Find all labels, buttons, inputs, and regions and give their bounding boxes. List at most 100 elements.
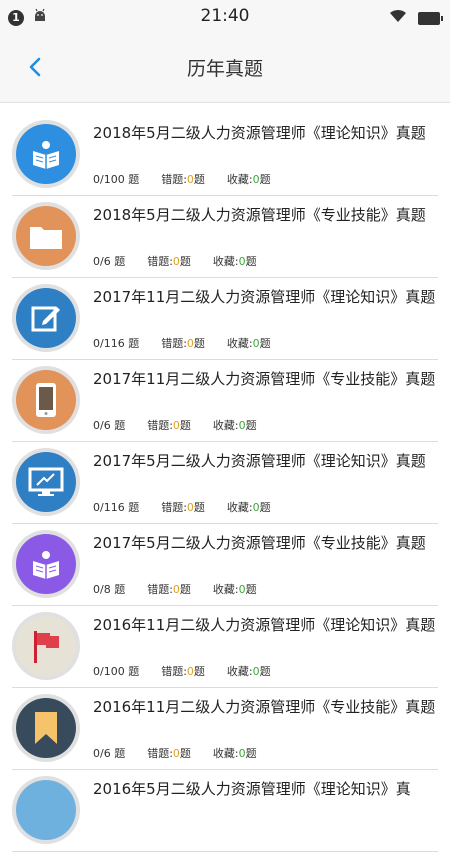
reading-book-icon [16,534,76,594]
exam-item-avatar [12,776,80,844]
partial-icon [16,780,76,840]
wrong-label: 错题: [161,665,187,678]
collect-label: 收藏: [212,583,239,596]
exam-item-title: 2018年5月二级人力资源管理师《理论知识》真题 [93,124,426,142]
collect-label: 收藏: [226,501,253,514]
collect-count: 0 [238,419,246,432]
exam-item-avatar [12,202,80,270]
exam-item-title: 2016年11月二级人力资源管理师《理论知识》真题 [93,616,436,634]
progress-count: 0/8 [93,583,111,596]
wrong-unit: 题 [179,583,191,596]
exam-item-avatar [12,612,80,680]
flag-icon [16,616,76,676]
collect-label: 收藏: [226,337,253,350]
exam-list-item[interactable]: 2017年11月二级人力资源管理师《专业技能》真题 0/6 题错题:0题 收藏:0题 [12,360,438,442]
exam-list-item[interactable]: 2017年5月二级人力资源管理师《理论知识》真题 0/116 题错题:0题 收藏:0… [12,442,438,524]
exam-item-avatar [12,366,80,434]
wrong-count: 0 [172,419,180,432]
wrong-label: 错题: [147,255,173,268]
collect-count: 0 [252,501,260,514]
exam-item-title: 2017年5月二级人力资源管理师《理论知识》真题 [93,452,426,470]
exam-list-item[interactable]: 2018年5月二级人力资源管理师《专业技能》真题 0/6 题错题:0题 收藏:0题 [12,196,438,278]
wrong-unit: 题 [193,173,205,186]
wifi-icon [388,8,408,28]
exam-item-avatar [12,120,80,188]
progress-count: 0/100 [93,665,125,678]
progress-count: 0/6 [93,255,111,268]
wrong-count: 0 [172,583,180,596]
edit-icon [16,288,76,348]
wrong-count: 0 [186,501,194,514]
exam-list-item[interactable]: 2016年11月二级人力资源管理师《理论知识》真题 0/100 题错题:0题 收藏:… [12,606,438,688]
wrong-label: 错题: [161,337,187,350]
page-title: 历年真题 [186,58,263,80]
collect-unit: 题 [259,173,271,186]
collect-count: 0 [252,173,260,186]
progress-count: 0/6 [93,419,111,432]
exam-list-item[interactable]: 2016年11月二级人力资源管理师《专业技能》真题 0/6 题错题:0题 收藏:0题 [12,688,438,770]
collect-unit: 题 [259,665,271,678]
collect-count: 0 [238,255,246,268]
exam-item-title: 2016年11月二级人力资源管理师《专业技能》真题 [93,698,436,716]
progress-unit: 题 [128,665,140,678]
collect-label: 收藏: [212,255,239,268]
collect-label: 收藏: [212,747,239,760]
wrong-unit: 题 [193,337,205,350]
collect-unit: 题 [259,501,271,514]
exam-list-item[interactable]: 2017年11月二级人力资源管理师《理论知识》真题 0/116 题错题:0题 收藏:… [12,278,438,360]
wrong-unit: 题 [179,419,191,432]
wrong-count: 0 [172,255,180,268]
exam-item-stats: 0/6 题错题:0题 收藏:0题 [93,417,257,433]
status-time: 21:40 [200,6,250,26]
wrong-label: 错题: [147,583,173,596]
exam-list-item[interactable]: 2017年5月二级人力资源管理师《专业技能》真题 0/8 题错题:0题 收藏:0题 [12,524,438,606]
exam-item-avatar [12,694,80,762]
collect-count: 0 [238,583,246,596]
wrong-unit: 题 [193,501,205,514]
exam-list-item[interactable]: 2016年5月二级人力资源管理师《理论知识》真 [12,770,438,852]
collect-label: 收藏: [226,665,253,678]
progress-unit: 题 [114,583,126,596]
progress-count: 0/100 [93,173,125,186]
progress-count: 0/116 [93,337,125,350]
collect-unit: 题 [245,419,257,432]
battery-icon [418,11,443,25]
exam-item-stats: 0/6 题错题:0题 收藏:0题 [93,253,257,269]
wrong-count: 0 [186,173,194,186]
progress-unit: 题 [114,255,126,268]
exam-item-avatar [12,448,80,516]
exam-list-item[interactable]: 2018年5月二级人力资源管理师《理论知识》真题 0/100 题错题:0题 收藏:0… [12,114,438,196]
exam-item-avatar [12,284,80,352]
progress-unit: 题 [128,501,140,514]
wrong-unit: 题 [193,665,205,678]
bookmark-icon [16,698,76,758]
wrong-label: 错题: [147,747,173,760]
collect-unit: 题 [259,337,271,350]
collect-unit: 题 [245,583,257,596]
folder-icon [16,206,76,266]
wrong-label: 错题: [147,419,173,432]
exam-item-stats: 0/116 题错题:0题 收藏:0题 [93,499,271,515]
exam-item-title: 2017年11月二级人力资源管理师《专业技能》真题 [93,370,436,388]
progress-unit: 题 [114,419,126,432]
collect-count: 0 [252,337,260,350]
collect-count: 0 [252,665,260,678]
progress-count: 0/116 [93,501,125,514]
reading-book-icon [16,124,76,184]
exam-list: 2018年5月二级人力资源管理师《理论知识》真题 0/100 题错题:0题 收藏:0… [0,114,450,852]
collect-count: 0 [238,747,246,760]
exam-item-title: 2016年5月二级人力资源管理师《理论知识》真 [93,780,411,798]
wrong-unit: 题 [179,747,191,760]
status-bar: 1 21:40 [0,0,450,32]
wrong-label: 错题: [161,173,187,186]
exam-item-title: 2017年5月二级人力资源管理师《专业技能》真题 [93,534,426,552]
exam-item-stats: 0/116 题错题:0题 收藏:0题 [93,335,271,351]
progress-count: 0/6 [93,747,111,760]
wrong-count: 0 [172,747,180,760]
progress-unit: 题 [114,747,126,760]
wrong-unit: 题 [179,255,191,268]
collect-unit: 题 [245,747,257,760]
progress-unit: 题 [128,337,140,350]
monitor-icon [16,452,76,512]
progress-unit: 题 [128,173,140,186]
